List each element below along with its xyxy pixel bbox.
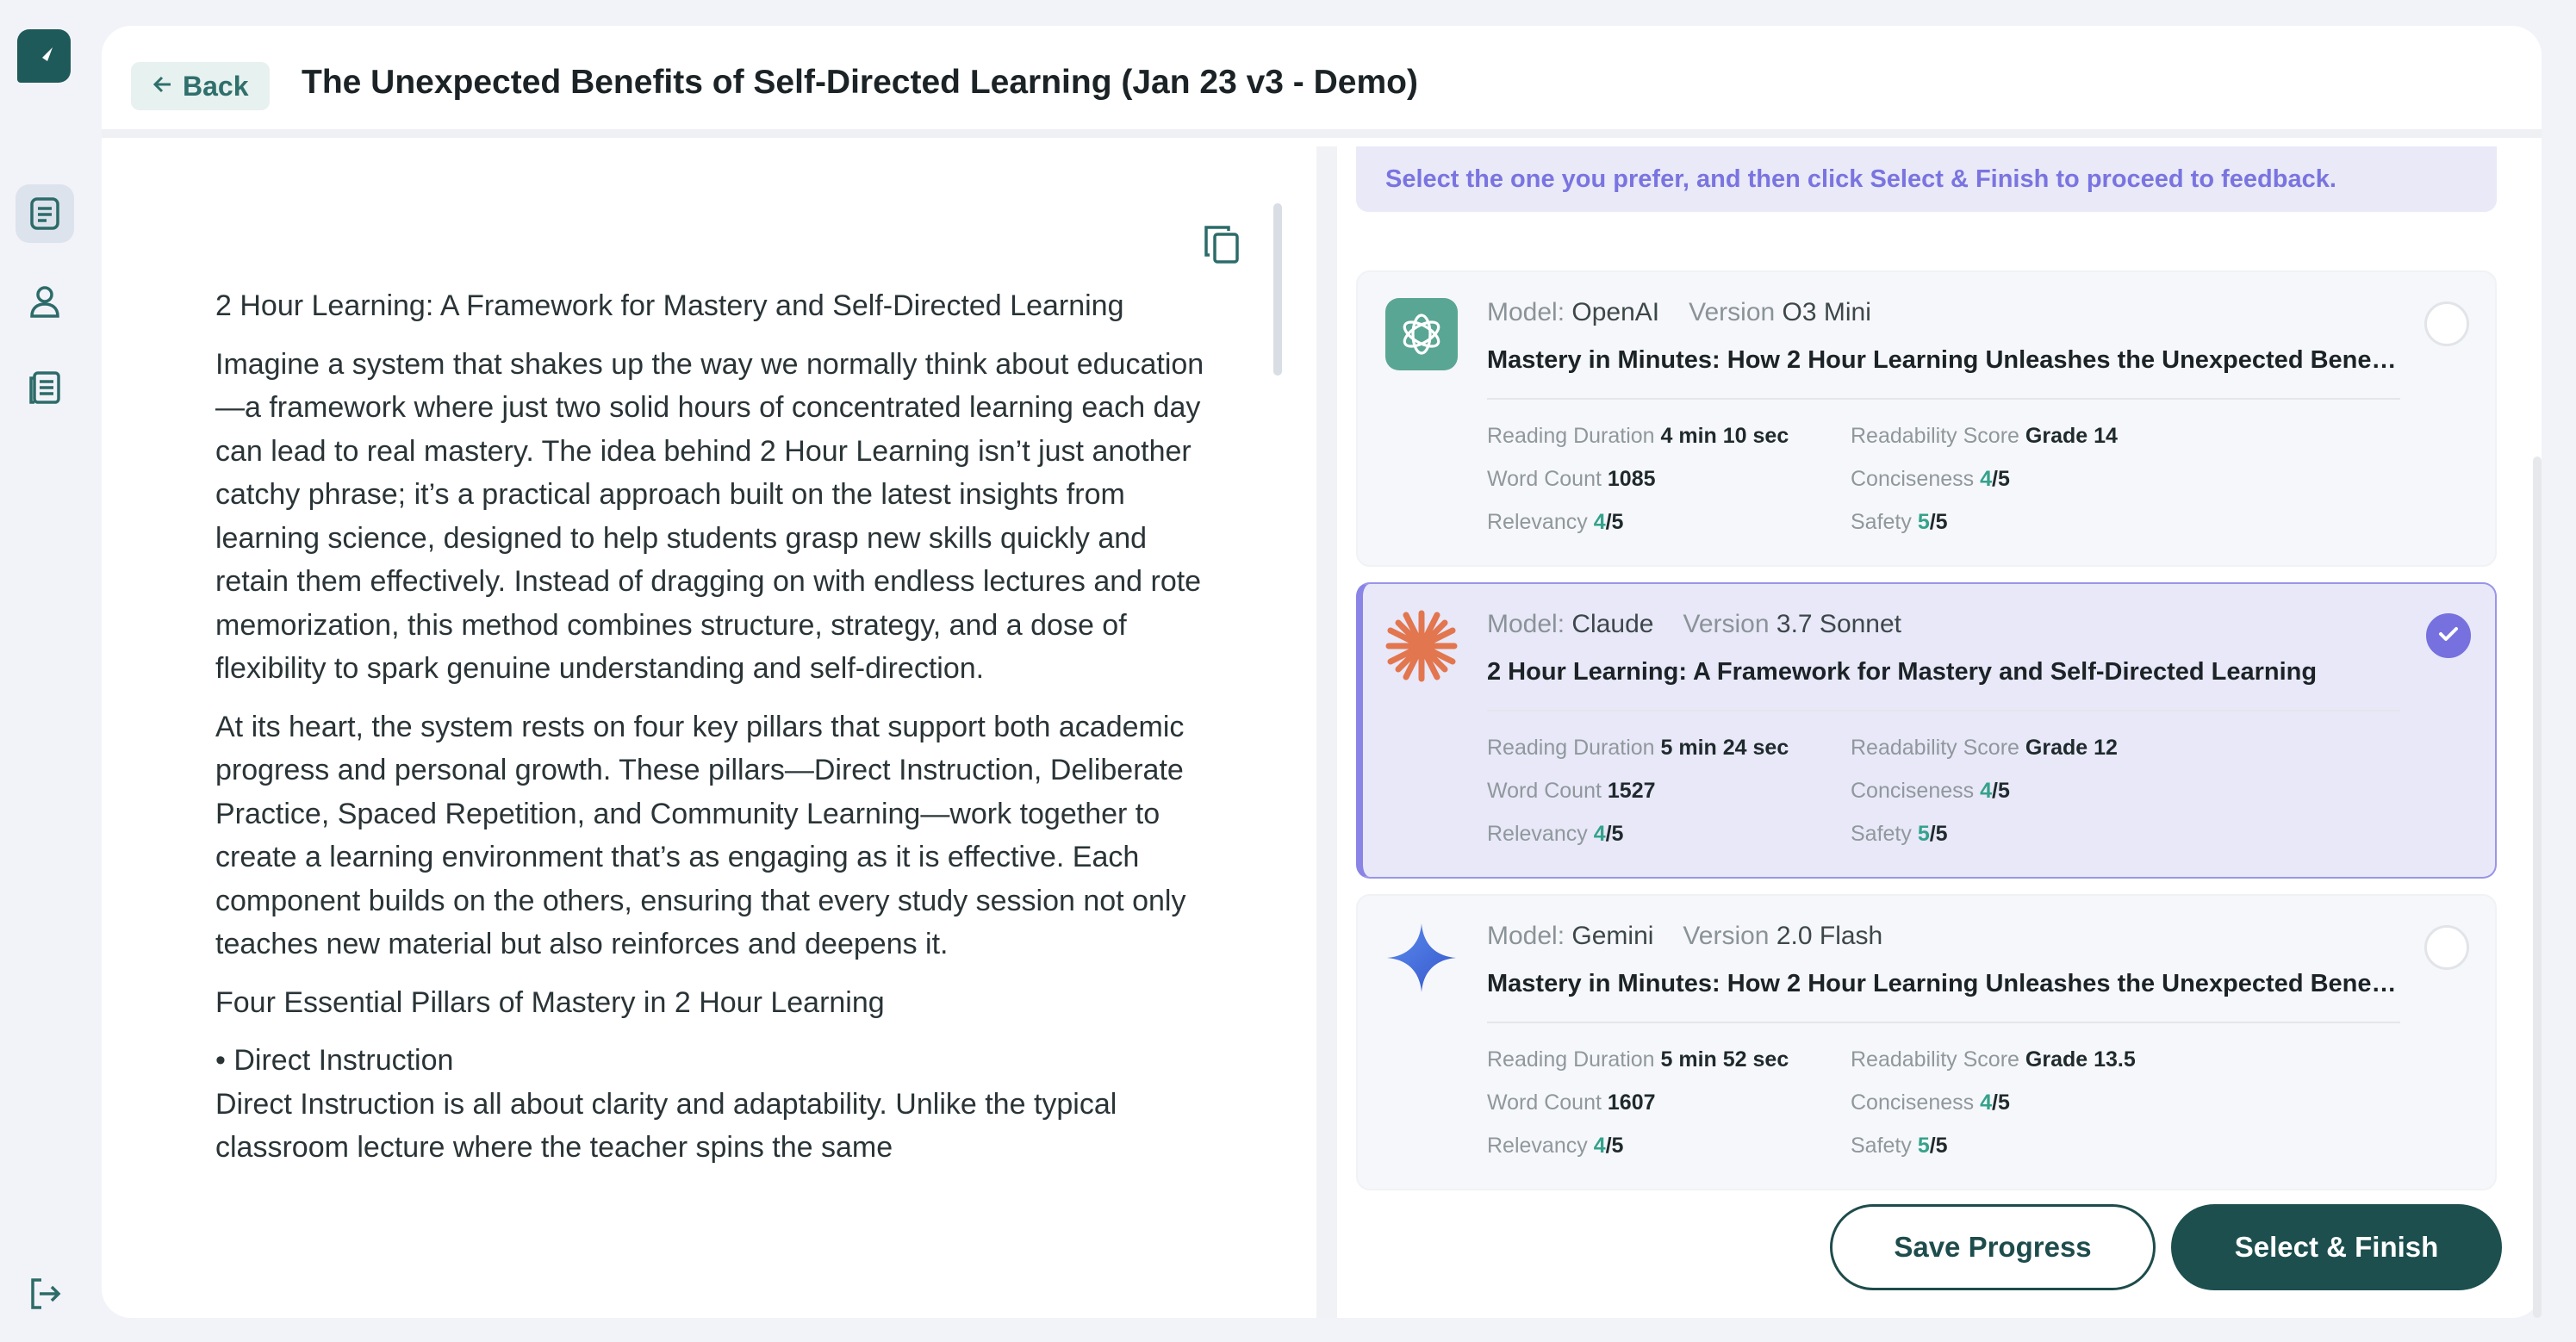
model-name: Gemini bbox=[1571, 922, 1654, 950]
readability-score: Readability Score Grade 14 bbox=[1851, 424, 2118, 448]
model-meta: Model: Gemini Version 2.0 Flash bbox=[1487, 922, 1883, 950]
article-paragraph: Direct Instruction is all about clarity … bbox=[215, 1087, 1117, 1165]
profile-nav-icon[interactable] bbox=[16, 272, 74, 331]
checkmark-icon bbox=[2436, 621, 2461, 651]
documents-nav-icon[interactable] bbox=[16, 184, 74, 243]
safety: Safety 5/5 bbox=[1851, 1134, 1948, 1158]
reading-duration: Reading Duration 4 min 10 sec bbox=[1487, 424, 1789, 448]
app-logo-icon[interactable] bbox=[17, 29, 71, 83]
article-subheading: Four Essential Pillars of Mastery in 2 H… bbox=[215, 985, 885, 1019]
article-pane[interactable]: 2 Hour Learning: A Framework for Mastery… bbox=[102, 146, 1316, 1318]
safety: Safety 5/5 bbox=[1851, 822, 1948, 846]
select-radio[interactable] bbox=[2424, 925, 2469, 970]
instruction-banner: Select the one you prefer, and then clic… bbox=[1356, 146, 2497, 212]
article-scrollbar[interactable] bbox=[1273, 203, 1282, 376]
reports-nav-icon[interactable] bbox=[16, 358, 74, 417]
conciseness: Conciseness 4/5 bbox=[1851, 467, 2010, 491]
model-meta: Model: Claude Version 3.7 Sonnet bbox=[1487, 610, 1902, 638]
top-bar: Back The Unexpected Benefits of Self-Dir… bbox=[102, 26, 2542, 138]
model-version: 2.0 Flash bbox=[1776, 922, 1883, 950]
logout-icon[interactable] bbox=[16, 1264, 74, 1323]
article-paragraph: Imagine a system that shakes up the way … bbox=[215, 347, 1204, 686]
back-label: Back bbox=[183, 70, 249, 102]
model-version: O3 Mini bbox=[1782, 298, 1871, 326]
readability-score: Readability Score Grade 12 bbox=[1851, 736, 2118, 760]
comparison-pane: Select the one you prefer, and then clic… bbox=[1356, 146, 2502, 1318]
model-card-gemini[interactable]: Model: Gemini Version 2.0 Flash Mastery i… bbox=[1356, 894, 2497, 1190]
word-count: Word Count 1527 bbox=[1487, 779, 1656, 803]
reading-duration: Reading Duration 5 min 52 sec bbox=[1487, 1047, 1789, 1072]
arrow-left-icon bbox=[152, 71, 174, 103]
left-rail bbox=[0, 0, 93, 1342]
model-name: Claude bbox=[1571, 610, 1654, 638]
back-button[interactable]: Back bbox=[131, 62, 270, 110]
reading-duration: Reading Duration 5 min 24 sec bbox=[1487, 736, 1789, 760]
article-heading: 2 Hour Learning: A Framework for Mastery… bbox=[215, 289, 1124, 322]
card-divider bbox=[1487, 710, 2400, 711]
main-card: Back The Unexpected Benefits of Self-Dir… bbox=[102, 26, 2542, 1318]
article-bullet: • Direct Instruction bbox=[215, 1044, 454, 1077]
article-paragraph: At its heart, the system rests on four k… bbox=[215, 710, 1186, 961]
card-divider bbox=[1487, 398, 2400, 400]
gemini-logo-icon bbox=[1385, 922, 1458, 994]
claude-logo-icon bbox=[1385, 610, 1458, 682]
select-finish-button[interactable]: Select & Finish bbox=[2171, 1204, 2502, 1290]
readability-score: Readability Score Grade 13.5 bbox=[1851, 1047, 2136, 1072]
word-count: Word Count 1085 bbox=[1487, 467, 1656, 491]
article-text: 2 Hour Learning: A Framework for Mastery… bbox=[215, 284, 1215, 1184]
right-scrollbar[interactable] bbox=[2533, 457, 2542, 1318]
card-title: 2 Hour Learning: A Framework for Mastery… bbox=[1487, 658, 2318, 686]
relevancy: Relevancy 4/5 bbox=[1487, 1134, 1624, 1158]
relevancy: Relevancy 4/5 bbox=[1487, 510, 1624, 534]
pane-divider bbox=[1316, 146, 1337, 1318]
save-progress-button[interactable]: Save Progress bbox=[1830, 1204, 2156, 1290]
model-card-openai[interactable]: Model: OpenAI Version O3 Mini Mastery in … bbox=[1356, 270, 2497, 567]
model-version: 3.7 Sonnet bbox=[1776, 610, 1902, 638]
page-title: The Unexpected Benefits of Self-Directed… bbox=[302, 64, 1418, 101]
model-card-claude[interactable]: Model: Claude Version 3.7 Sonnet 2 Hour L… bbox=[1356, 582, 2497, 879]
conciseness: Conciseness 4/5 bbox=[1851, 1090, 2010, 1115]
model-meta: Model: OpenAI Version O3 Mini bbox=[1487, 298, 1871, 326]
conciseness: Conciseness 4/5 bbox=[1851, 779, 2010, 803]
card-title: Mastery in Minutes: How 2 Hour Learning … bbox=[1487, 346, 2400, 374]
select-radio[interactable] bbox=[2424, 301, 2469, 346]
card-divider bbox=[1487, 1022, 2400, 1023]
safety: Safety 5/5 bbox=[1851, 510, 1948, 534]
copy-icon[interactable] bbox=[1201, 222, 1242, 267]
word-count: Word Count 1607 bbox=[1487, 1090, 1656, 1115]
model-name: OpenAI bbox=[1571, 298, 1660, 326]
relevancy: Relevancy 4/5 bbox=[1487, 822, 1624, 846]
openai-logo-icon bbox=[1385, 298, 1458, 370]
card-title: Mastery in Minutes: How 2 Hour Learning … bbox=[1487, 970, 2400, 997]
select-radio-checked[interactable] bbox=[2426, 613, 2471, 658]
